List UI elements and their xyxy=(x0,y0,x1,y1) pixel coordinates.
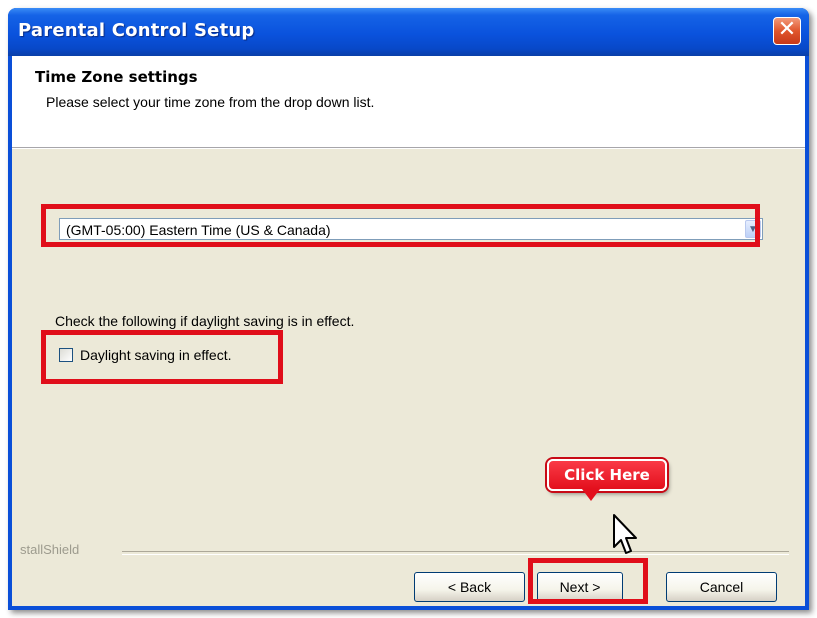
callout-pointer xyxy=(582,489,600,501)
page-subtitle: Please select your time zone from the dr… xyxy=(46,94,375,110)
title-bar[interactable]: Parental Control Setup ✕ xyxy=(8,8,809,56)
header-panel: Time Zone settings Please select your ti… xyxy=(12,56,805,149)
cancel-button[interactable]: Cancel xyxy=(666,572,777,602)
footer-divider xyxy=(122,551,789,555)
close-button[interactable]: ✕ xyxy=(773,17,801,45)
window-title: Parental Control Setup xyxy=(18,20,255,41)
page-title: Time Zone settings xyxy=(35,68,198,86)
back-button[interactable]: < Back xyxy=(414,572,525,602)
timezone-highlight-box xyxy=(41,204,760,247)
daylight-instruction: Check the following if daylight saving i… xyxy=(55,313,355,329)
next-highlight-box xyxy=(528,558,648,604)
close-icon: ✕ xyxy=(777,17,797,42)
click-here-callout: Click Here xyxy=(547,459,667,491)
checkbox-highlight-box xyxy=(41,330,283,384)
mouse-cursor-icon xyxy=(613,514,637,554)
dialog-window: Parental Control Setup ✕ Time Zone setti… xyxy=(8,8,809,610)
installshield-brand: stallShield xyxy=(20,542,80,557)
